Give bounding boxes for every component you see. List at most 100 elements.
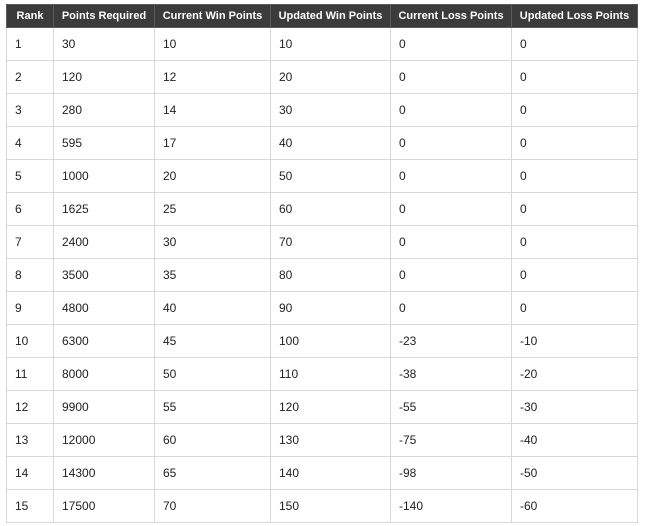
cell-current-loss-points: -55	[390, 390, 512, 424]
cell-current-win-points: 14	[154, 93, 271, 127]
cell-current-win-points: 30	[154, 225, 271, 259]
rank-points-table-container: Rank Points Required Current Win Points …	[6, 4, 638, 523]
cell-updated-loss-points: 0	[511, 291, 638, 325]
cell-points-required: 9900	[53, 390, 155, 424]
cell-current-win-points: 70	[154, 489, 271, 523]
cell-updated-loss-points: 0	[511, 126, 638, 160]
rank-points-table: Rank Points Required Current Win Points …	[6, 4, 638, 523]
cell-updated-win-points: 70	[270, 225, 391, 259]
cell-updated-loss-points: 0	[511, 258, 638, 292]
cell-current-loss-points: -38	[390, 357, 512, 391]
cell-current-loss-points: -75	[390, 423, 512, 457]
cell-updated-loss-points: 0	[511, 225, 638, 259]
header-updated-win-points: Updated Win Points	[270, 4, 391, 28]
table-row: 11 8000 50 110 -38 -20	[6, 357, 638, 391]
cell-current-loss-points: 0	[390, 60, 512, 94]
cell-updated-loss-points: 0	[511, 27, 638, 61]
cell-updated-win-points: 50	[270, 159, 391, 193]
header-rank: Rank	[6, 4, 54, 28]
cell-current-loss-points: 0	[390, 93, 512, 127]
table-row: 1 30 10 10 0 0	[6, 27, 638, 61]
table-row: 5 1000 20 50 0 0	[6, 159, 638, 193]
table-row: 7 2400 30 70 0 0	[6, 225, 638, 259]
cell-updated-loss-points: -40	[511, 423, 638, 457]
header-row: Rank Points Required Current Win Points …	[6, 4, 638, 28]
cell-current-loss-points: 0	[390, 159, 512, 193]
cell-updated-loss-points: -20	[511, 357, 638, 391]
table-row: 8 3500 35 80 0 0	[6, 258, 638, 292]
cell-current-loss-points: -23	[390, 324, 512, 358]
cell-updated-loss-points: -60	[511, 489, 638, 523]
cell-rank: 12	[6, 390, 54, 424]
header-points-required: Points Required	[53, 4, 155, 28]
cell-updated-win-points: 140	[270, 456, 391, 490]
cell-updated-win-points: 40	[270, 126, 391, 160]
cell-current-loss-points: 0	[390, 27, 512, 61]
table-row: 14 14300 65 140 -98 -50	[6, 456, 638, 490]
cell-rank: 11	[6, 357, 54, 391]
cell-rank: 2	[6, 60, 54, 94]
cell-current-win-points: 60	[154, 423, 271, 457]
table-body: 1 30 10 10 0 0 2 120 12 20 0 0 3 280 14 30 0 0 4 595 17 40 0 0 5…	[6, 27, 638, 523]
cell-current-win-points: 12	[154, 60, 271, 94]
cell-updated-loss-points: 0	[511, 60, 638, 94]
cell-points-required: 595	[53, 126, 155, 160]
cell-updated-win-points: 130	[270, 423, 391, 457]
cell-updated-win-points: 90	[270, 291, 391, 325]
cell-points-required: 1625	[53, 192, 155, 226]
cell-current-loss-points: 0	[390, 126, 512, 160]
cell-rank: 5	[6, 159, 54, 193]
cell-updated-win-points: 110	[270, 357, 391, 391]
table-row: 9 4800 40 90 0 0	[6, 291, 638, 325]
cell-rank: 8	[6, 258, 54, 292]
cell-rank: 7	[6, 225, 54, 259]
cell-points-required: 2400	[53, 225, 155, 259]
table-row: 2 120 12 20 0 0	[6, 60, 638, 94]
cell-updated-win-points: 10	[270, 27, 391, 61]
table-row: 6 1625 25 60 0 0	[6, 192, 638, 226]
cell-updated-win-points: 150	[270, 489, 391, 523]
cell-updated-win-points: 100	[270, 324, 391, 358]
cell-updated-loss-points: 0	[511, 192, 638, 226]
table-header: Rank Points Required Current Win Points …	[6, 4, 638, 28]
cell-points-required: 14300	[53, 456, 155, 490]
cell-current-win-points: 40	[154, 291, 271, 325]
header-updated-loss-points: Updated Loss Points	[511, 4, 638, 28]
cell-points-required: 120	[53, 60, 155, 94]
cell-current-loss-points: 0	[390, 192, 512, 226]
cell-current-loss-points: -140	[390, 489, 512, 523]
cell-current-win-points: 50	[154, 357, 271, 391]
cell-rank: 10	[6, 324, 54, 358]
cell-rank: 15	[6, 489, 54, 523]
cell-rank: 9	[6, 291, 54, 325]
cell-updated-loss-points: 0	[511, 93, 638, 127]
header-current-loss-points: Current Loss Points	[390, 4, 512, 28]
cell-points-required: 3500	[53, 258, 155, 292]
cell-current-win-points: 10	[154, 27, 271, 61]
cell-rank: 13	[6, 423, 54, 457]
cell-current-loss-points: 0	[390, 258, 512, 292]
cell-updated-loss-points: -30	[511, 390, 638, 424]
cell-updated-win-points: 60	[270, 192, 391, 226]
table-row: 3 280 14 30 0 0	[6, 93, 638, 127]
cell-current-win-points: 25	[154, 192, 271, 226]
cell-points-required: 17500	[53, 489, 155, 523]
cell-current-win-points: 45	[154, 324, 271, 358]
cell-current-loss-points: -98	[390, 456, 512, 490]
cell-updated-win-points: 30	[270, 93, 391, 127]
cell-points-required: 6300	[53, 324, 155, 358]
table-row: 10 6300 45 100 -23 -10	[6, 324, 638, 358]
cell-updated-loss-points: -50	[511, 456, 638, 490]
cell-updated-win-points: 80	[270, 258, 391, 292]
cell-updated-loss-points: 0	[511, 159, 638, 193]
cell-updated-win-points: 120	[270, 390, 391, 424]
header-current-win-points: Current Win Points	[154, 4, 271, 28]
table-row: 4 595 17 40 0 0	[6, 126, 638, 160]
cell-current-loss-points: 0	[390, 225, 512, 259]
cell-current-loss-points: 0	[390, 291, 512, 325]
cell-points-required: 8000	[53, 357, 155, 391]
cell-current-win-points: 55	[154, 390, 271, 424]
cell-rank: 3	[6, 93, 54, 127]
cell-updated-win-points: 20	[270, 60, 391, 94]
cell-updated-loss-points: -10	[511, 324, 638, 358]
